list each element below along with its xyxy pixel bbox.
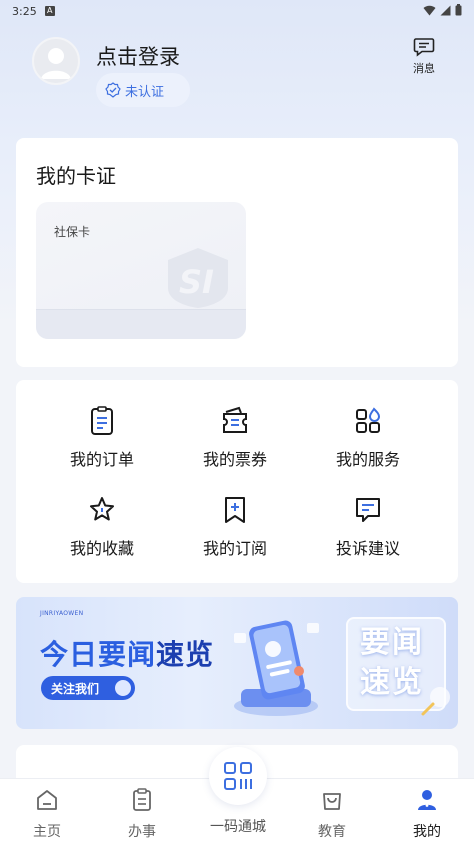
status-time: 3:25 xyxy=(12,4,37,18)
avatar[interactable] xyxy=(32,37,80,85)
person-icon xyxy=(418,790,436,810)
battery-icon xyxy=(455,4,462,16)
service-my-favorites[interactable]: 我的收藏 xyxy=(47,493,157,563)
signal-icon xyxy=(440,5,451,15)
clipboard-icon xyxy=(133,788,151,811)
phone-illustration-icon xyxy=(234,620,319,716)
tab-label-qr[interactable]: 一码通城 xyxy=(197,816,279,836)
order-icon xyxy=(91,406,113,435)
status-icons xyxy=(423,4,462,16)
service-label: 我的收藏 xyxy=(69,539,134,558)
banner-tagline: JINRIYAOWEN xyxy=(40,610,84,617)
tab-home[interactable]: 主页 xyxy=(12,787,82,841)
messages-button[interactable]: 消息 xyxy=(404,37,444,76)
bag-icon xyxy=(323,793,341,810)
services-section: 我的订单 我的票券 我的服务 我的收藏 我的订阅 投诉建议 xyxy=(16,380,458,583)
tab-affairs[interactable]: 办事 xyxy=(107,787,177,841)
qr-code-button[interactable] xyxy=(209,747,267,805)
service-label: 我的订单 xyxy=(69,450,134,469)
feedback-icon xyxy=(356,498,380,522)
tab-mine[interactable]: 我的 xyxy=(392,787,462,841)
news-banner[interactable]: JINRIYAOWEN 今日要闻速览 关注我们 要闻 速览 xyxy=(16,597,458,729)
star-icon xyxy=(90,497,114,521)
verify-shield-icon xyxy=(105,82,121,98)
banner-side-line1: 要闻 xyxy=(360,625,424,660)
tab-education[interactable]: 教育 xyxy=(297,787,367,841)
tab-label: 主页 xyxy=(33,824,61,840)
ticket-icon xyxy=(223,406,247,433)
home-icon xyxy=(37,790,57,810)
my-cards-section: 我的卡证 社保卡 SI xyxy=(16,138,458,367)
service-label: 我的服务 xyxy=(335,450,400,469)
si-logo-icon: SI xyxy=(168,248,228,308)
services-grid-icon xyxy=(356,407,381,433)
service-my-orders[interactable]: 我的订单 xyxy=(47,404,157,474)
services-grid: 我的订单 我的票券 我的服务 我的收藏 我的订阅 投诉建议 xyxy=(16,380,458,585)
service-my-services[interactable]: 我的服务 xyxy=(313,404,423,474)
social-security-card[interactable]: 社保卡 SI xyxy=(36,202,246,339)
banner-headline-part2: 速览 xyxy=(156,638,215,671)
message-icon xyxy=(413,38,435,57)
si-logo-text: SI xyxy=(179,263,214,301)
verify-status-text: 未认证 xyxy=(125,84,165,100)
section-title: 我的卡证 xyxy=(36,164,116,188)
tab-label: 办事 xyxy=(128,824,156,840)
card-stripe xyxy=(36,309,246,339)
qr-code-icon xyxy=(224,762,252,790)
service-complaints-suggestions[interactable]: 投诉建议 xyxy=(313,493,423,563)
service-label: 我的订阅 xyxy=(202,539,267,558)
verification-badge[interactable]: 未认证 xyxy=(96,73,190,107)
tab-label: 教育 xyxy=(318,824,346,840)
status-bar: 3:25 A xyxy=(0,0,474,22)
service-my-tickets[interactable]: 我的票券 xyxy=(180,404,290,474)
card-label: 社保卡 xyxy=(54,225,91,239)
wifi-icon xyxy=(423,5,436,15)
service-label: 我的票券 xyxy=(202,450,267,469)
banner-headline: 今日要闻速览 xyxy=(40,633,214,673)
messages-label: 消息 xyxy=(413,62,435,75)
service-my-subscriptions[interactable]: 我的订阅 xyxy=(180,493,290,563)
tab-label: 我的 xyxy=(413,824,441,840)
service-label: 投诉建议 xyxy=(335,539,400,558)
profile-header: 点击登录 未认证 消息 xyxy=(32,37,452,117)
magnifier-icon xyxy=(421,687,450,716)
default-avatar-icon xyxy=(41,48,71,79)
notification-badge: A xyxy=(44,6,55,16)
login-link[interactable]: 点击登录 xyxy=(96,41,180,71)
follow-us-button[interactable]: 关注我们 xyxy=(41,676,135,700)
follow-us-label: 关注我们 xyxy=(51,681,100,696)
follow-arrow-icon xyxy=(115,680,131,696)
bookmark-plus-icon xyxy=(225,497,245,523)
banner-headline-part1: 今日要闻 xyxy=(40,638,157,671)
